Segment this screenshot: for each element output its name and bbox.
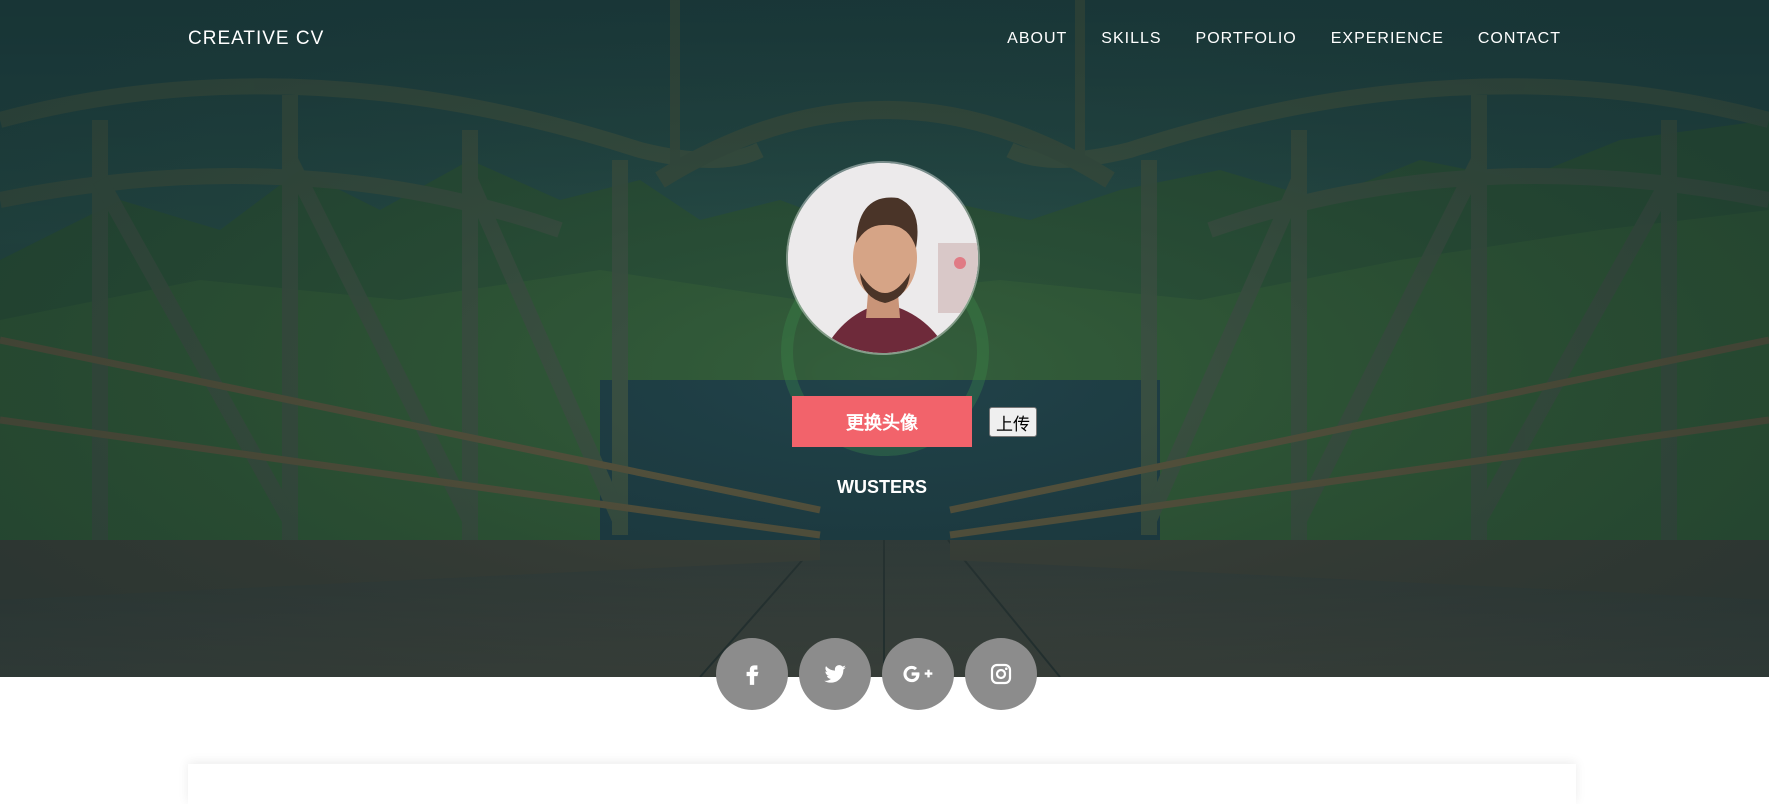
nav-portfolio[interactable]: PORTFOLIO bbox=[1196, 30, 1297, 48]
instagram-icon bbox=[990, 663, 1012, 685]
instagram-link[interactable] bbox=[965, 638, 1037, 710]
upload-button[interactable]: 上传 bbox=[989, 407, 1037, 437]
facebook-link[interactable] bbox=[716, 638, 788, 710]
content-card bbox=[188, 764, 1576, 804]
hero-section: CREATIVE CV ABOUT SKILLS PORTFOLIO EXPER… bbox=[0, 0, 1769, 677]
nav-skills[interactable]: SKILLS bbox=[1101, 30, 1161, 48]
nav-contact[interactable]: CONTACT bbox=[1478, 30, 1561, 48]
main-nav: ABOUT SKILLS PORTFOLIO EXPERIENCE CONTAC… bbox=[1007, 30, 1561, 48]
google-plus-icon bbox=[903, 665, 933, 683]
brand-logo[interactable]: CREATIVE CV bbox=[188, 28, 324, 50]
twitter-link[interactable] bbox=[799, 638, 871, 710]
twitter-icon bbox=[824, 665, 846, 683]
google-plus-link[interactable] bbox=[882, 638, 954, 710]
nav-about[interactable]: ABOUT bbox=[1007, 30, 1067, 48]
profile-photo bbox=[788, 163, 978, 353]
social-links bbox=[716, 638, 1037, 710]
avatar bbox=[788, 163, 978, 353]
change-avatar-button[interactable]: 更换头像 bbox=[792, 396, 972, 447]
facebook-icon bbox=[746, 665, 759, 685]
profile-name: WUSTERS bbox=[837, 477, 927, 497]
nav-experience[interactable]: EXPERIENCE bbox=[1331, 30, 1444, 48]
